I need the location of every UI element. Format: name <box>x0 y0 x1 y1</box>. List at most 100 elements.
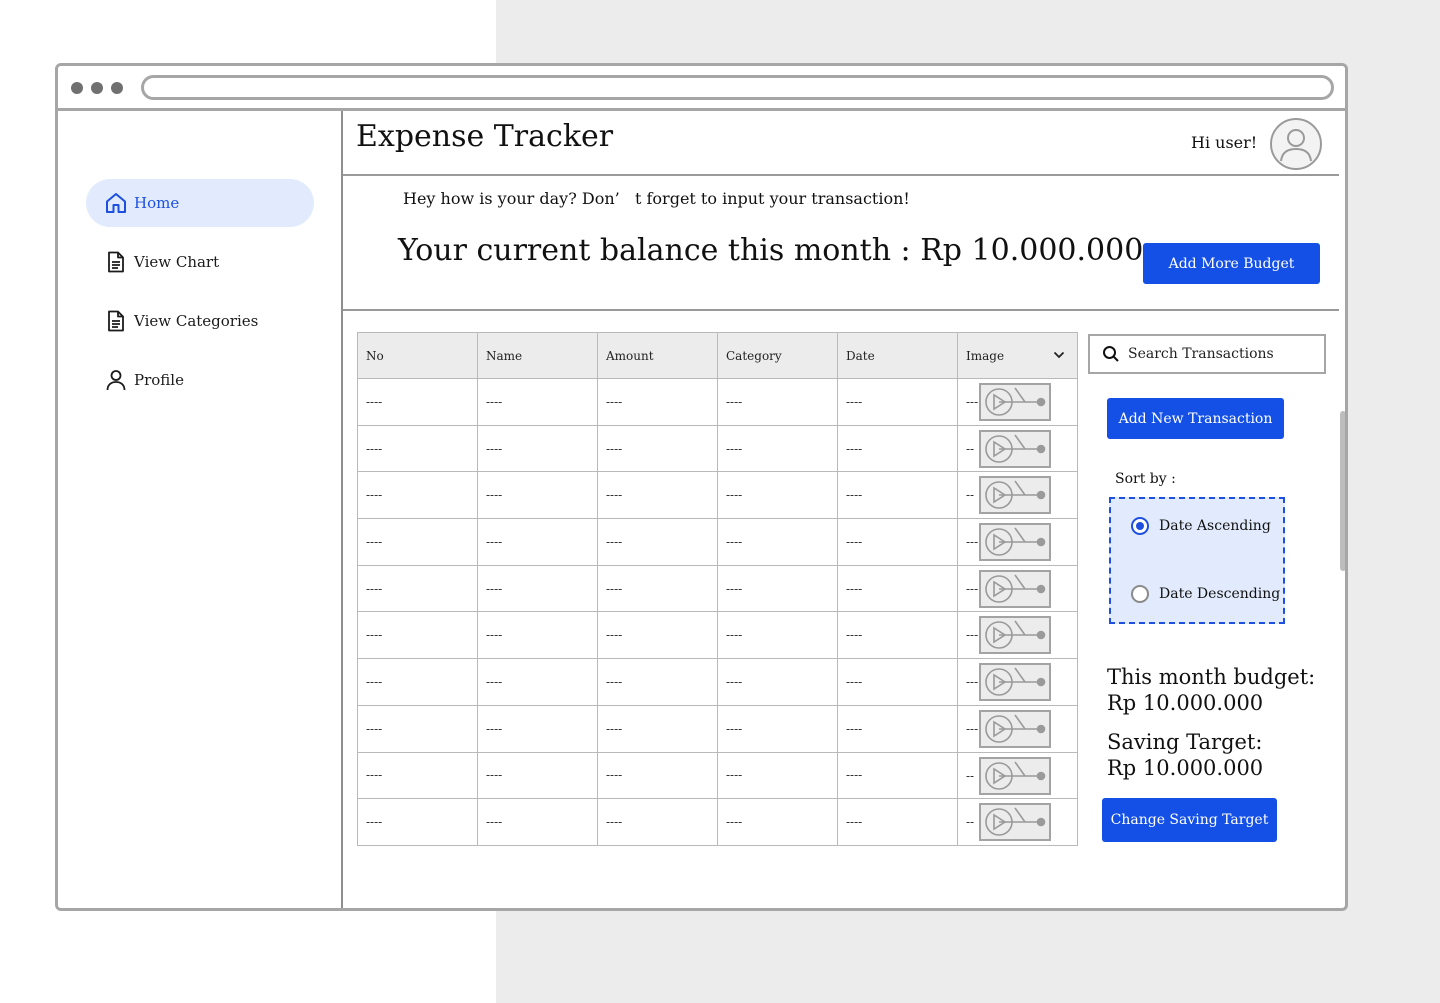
address-bar[interactable] <box>141 75 1334 100</box>
window-control-dot[interactable] <box>91 82 103 94</box>
cell-image-text: --- <box>966 675 979 690</box>
add-more-budget-button[interactable]: Add More Budget <box>1143 243 1320 284</box>
image-placeholder-icon[interactable] <box>979 429 1051 468</box>
avatar[interactable] <box>1270 118 1322 170</box>
cell-name: ---- <box>477 378 598 426</box>
image-placeholder-icon[interactable] <box>979 803 1051 842</box>
reminder-text: Hey how is your day? Don’ t forget to in… <box>403 189 910 208</box>
sort-label: Sort by : <box>1115 471 1176 487</box>
sort-option-date-descending[interactable]: Date Descending <box>1131 585 1280 603</box>
cell-date: ---- <box>837 424 958 473</box>
cell-image: --- <box>957 658 1078 706</box>
sort-options-group: Date Ascending Date Descending <box>1109 497 1285 624</box>
cell-date: ---- <box>837 378 958 426</box>
column-header-name[interactable]: Name <box>477 332 598 379</box>
image-placeholder-icon[interactable] <box>979 756 1051 795</box>
cell-image-text: --- <box>966 395 979 409</box>
table-row[interactable]: ---- ---- ---- ---- ---- -- <box>357 798 1078 846</box>
cell-date: ---- <box>837 798 958 846</box>
cell-name: ---- <box>477 611 598 660</box>
chevron-down-icon[interactable] <box>1053 349 1065 361</box>
cell-no: ---- <box>357 424 478 473</box>
cell-name: ---- <box>477 704 598 753</box>
scrollbar[interactable] <box>1340 411 1345 571</box>
cell-no: ---- <box>357 518 478 566</box>
cell-image-text: -- <box>966 488 975 503</box>
sidebar-item-profile[interactable]: Profile <box>86 356 314 404</box>
image-placeholder-icon[interactable] <box>979 663 1051 702</box>
table-row[interactable]: ---- ---- ---- ---- ---- --- <box>357 564 1078 613</box>
cell-category: ---- <box>717 471 838 520</box>
cell-image: --- <box>957 611 1078 660</box>
column-header-image[interactable]: Image <box>957 332 1078 379</box>
column-header-date[interactable]: Date <box>837 332 958 379</box>
browser-window: Home View Chart View Categories Profile … <box>55 63 1348 911</box>
cell-date: ---- <box>837 518 958 566</box>
cell-no: ---- <box>357 611 478 660</box>
search-box[interactable] <box>1088 334 1326 374</box>
sort-option-date-ascending[interactable]: Date Ascending <box>1131 517 1271 535</box>
current-balance: Your current balance this month : Rp 10.… <box>398 233 1144 268</box>
sidebar-item-home[interactable]: Home <box>86 179 314 227</box>
table-row[interactable]: ---- ---- ---- ---- ---- -- <box>357 751 1078 800</box>
cell-image: -- <box>957 471 1078 520</box>
user-icon <box>1280 129 1312 162</box>
window-control-dot[interactable] <box>71 82 83 94</box>
table-row[interactable]: ---- ---- ---- ---- ---- -- <box>357 471 1078 520</box>
table-row[interactable]: ---- ---- ---- ---- ---- --- <box>357 704 1078 753</box>
radio-button-selected[interactable] <box>1131 517 1149 535</box>
cell-category: ---- <box>717 704 838 753</box>
image-placeholder-icon[interactable] <box>979 523 1051 562</box>
search-input[interactable] <box>1128 346 1308 362</box>
image-placeholder-icon[interactable] <box>979 616 1051 655</box>
cell-image-text: -- <box>966 815 975 830</box>
cell-image: --- <box>957 564 1078 613</box>
cell-image: -- <box>957 751 1078 800</box>
table-row[interactable]: ---- ---- ---- ---- ---- --- <box>357 658 1078 706</box>
cell-amount: ---- <box>597 704 718 753</box>
cell-date: ---- <box>837 704 958 753</box>
cell-category: ---- <box>717 611 838 660</box>
saving-target: Saving Target: Rp 10.000.000 <box>1107 729 1263 781</box>
browser-titlebar <box>58 66 1345 111</box>
image-placeholder-icon[interactable] <box>979 476 1051 515</box>
table-row[interactable]: ---- ---- ---- ---- ---- --- <box>357 611 1078 660</box>
cell-name: ---- <box>477 658 598 706</box>
image-placeholder-icon[interactable] <box>979 709 1051 748</box>
cell-image-text: --- <box>966 721 979 736</box>
sidebar-item-label: Home <box>134 194 180 212</box>
window-control-dot[interactable] <box>111 82 123 94</box>
saving-target-label: Saving Target: <box>1107 730 1263 754</box>
column-header-no[interactable]: No <box>357 332 478 379</box>
cell-amount: ---- <box>597 424 718 473</box>
cell-name: ---- <box>477 424 598 473</box>
cell-image-text: --- <box>966 628 979 643</box>
radio-button[interactable] <box>1131 585 1149 603</box>
monthly-budget-value: Rp 10.000.000 <box>1107 691 1264 715</box>
sidebar-item-view-categories[interactable]: View Categories <box>86 297 314 345</box>
image-placeholder-icon[interactable] <box>979 569 1051 608</box>
home-icon <box>104 191 128 215</box>
cell-no: ---- <box>357 564 478 613</box>
cell-image-text: -- <box>966 441 975 456</box>
saving-target-value: Rp 10.000.000 <box>1107 756 1264 780</box>
table-row[interactable]: ---- ---- ---- ---- ---- -- <box>357 424 1078 473</box>
cell-category: ---- <box>717 658 838 706</box>
image-placeholder-icon[interactable] <box>979 383 1051 421</box>
add-transaction-button[interactable]: Add New Transaction <box>1107 398 1284 439</box>
sidebar: Home View Chart View Categories Profile <box>58 111 343 908</box>
column-header-category[interactable]: Category <box>717 332 838 379</box>
column-header-amount[interactable]: Amount <box>597 332 718 379</box>
search-icon <box>1102 345 1120 363</box>
monthly-budget-label: This month budget: <box>1107 665 1316 689</box>
sidebar-item-label: Profile <box>134 371 184 389</box>
sidebar-item-view-chart[interactable]: View Chart <box>86 238 314 286</box>
table-row[interactable]: ---- ---- ---- ---- ---- --- <box>357 518 1078 566</box>
cell-date: ---- <box>837 658 958 706</box>
cell-date: ---- <box>837 564 958 613</box>
main-content: Expense Tracker Hi user! Hey how is your… <box>343 111 1343 908</box>
table-row[interactable]: ---- ---- ---- ---- ---- --- <box>357 378 1078 426</box>
cell-image: --- <box>957 518 1078 566</box>
cell-date: ---- <box>837 751 958 800</box>
change-saving-target-button[interactable]: Change Saving Target <box>1102 798 1277 842</box>
